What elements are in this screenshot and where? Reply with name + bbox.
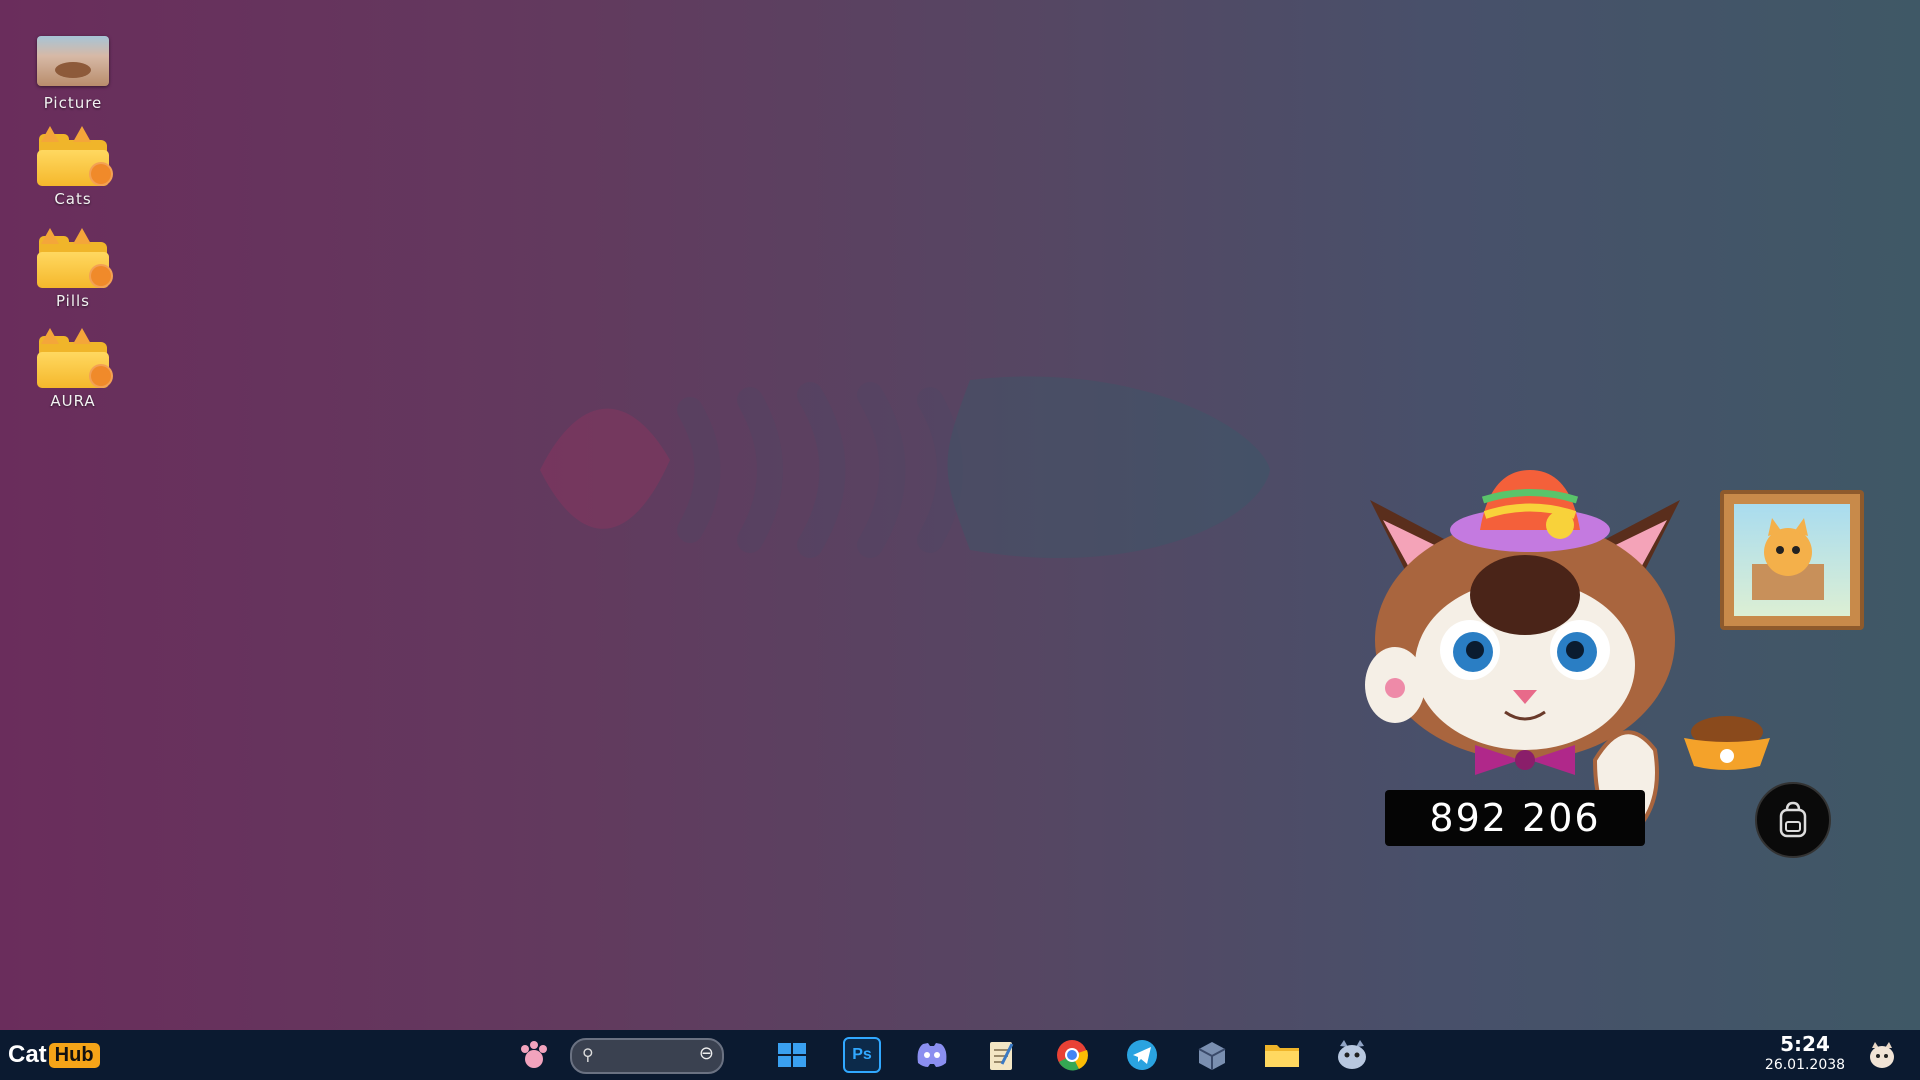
discord-icon[interactable] [910, 1034, 954, 1076]
cat-in-box-picture [1752, 518, 1824, 600]
score-counter: 892 206 [1385, 790, 1645, 846]
desktop-icon-picture[interactable]: Picture [28, 34, 118, 112]
taskbar: Cat Hub ⚲ ⊖ Ps [0, 1030, 1920, 1080]
cat-folder-icon [33, 126, 113, 186]
start-logo-hub: Hub [48, 1042, 100, 1068]
desktop-icon-cats[interactable]: Cats [28, 126, 118, 208]
folder-icon[interactable] [1260, 1034, 1304, 1076]
photoshop-icon[interactable]: Ps [840, 1034, 884, 1076]
food-bowl-icon[interactable] [1680, 712, 1774, 772]
notification-cat-icon[interactable] [1860, 1034, 1904, 1076]
desktop-icon-label: Picture [43, 94, 103, 112]
telegram-icon[interactable] [1120, 1034, 1164, 1076]
desktop-icon-label: Pills [55, 292, 91, 310]
desktop-icon-label: Cats [54, 190, 92, 208]
backpack-button[interactable] [1755, 782, 1831, 858]
photoshop-label: Ps [843, 1037, 881, 1073]
start-button[interactable]: Cat Hub [8, 1038, 100, 1072]
start-logo-cat: Cat [8, 1041, 47, 1068]
search-input[interactable] [608, 1044, 682, 1068]
search-bar[interactable]: ⚲ ⊖ [570, 1038, 724, 1074]
chrome-icon[interactable] [1050, 1034, 1094, 1076]
cat-folder-icon [33, 228, 113, 288]
clock-time: 5:24 [1780, 1032, 1830, 1056]
cat-app-icon[interactable] [1330, 1034, 1374, 1076]
desktop-icon-label: AURA [50, 392, 96, 410]
notepad-icon[interactable] [980, 1034, 1024, 1076]
fishbone-wallpaper-decoration [540, 376, 1270, 559]
zoom-out-icon[interactable]: ⊖ [699, 1043, 714, 1064]
backpack-icon [1779, 801, 1807, 838]
search-icon: ⚲ [582, 1045, 594, 1064]
cat-picture-frame [1720, 490, 1864, 630]
desktop-icon-aura[interactable]: AURA [28, 328, 118, 410]
cat-folder-icon [33, 328, 113, 388]
desktop-icon-pills[interactable]: Pills [28, 228, 118, 310]
picture-thumbnail-icon [33, 34, 113, 90]
system-clock[interactable]: 5:24 26.01.2038 [1755, 1030, 1855, 1080]
windows-icon[interactable] [770, 1034, 814, 1076]
box-icon[interactable] [1190, 1034, 1234, 1076]
clock-date: 26.01.2038 [1764, 1057, 1846, 1073]
paw-icon[interactable] [512, 1034, 556, 1076]
